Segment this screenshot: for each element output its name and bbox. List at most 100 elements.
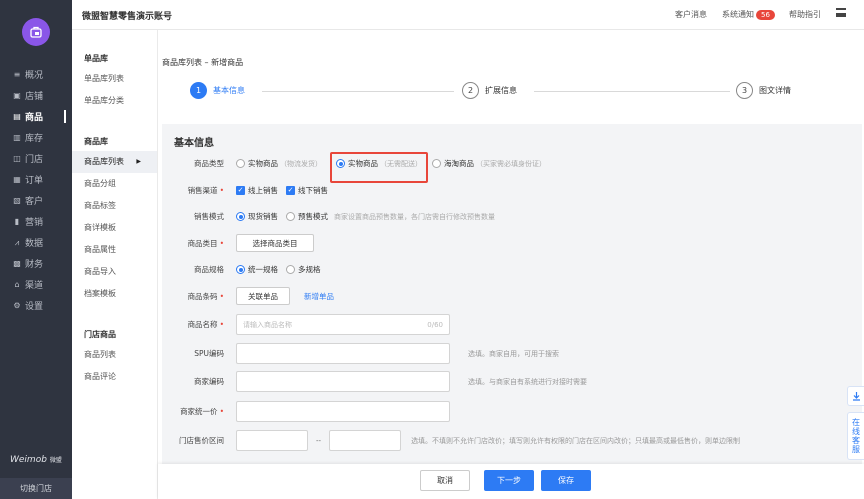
range-separator: -- <box>316 436 322 445</box>
sub-item-archive-template[interactable]: 档案模板 <box>72 283 157 305</box>
nav-marketing[interactable]: ▮ 营销 <box>0 211 72 232</box>
spu-label: SPU编码 <box>194 349 224 358</box>
nav-orders[interactable]: ▦ 订单 <box>0 169 72 190</box>
sub-item-goods-attr[interactable]: 商品属性 <box>72 239 157 261</box>
checkbox-offline[interactable]: ✓ 线下销售 <box>286 185 328 196</box>
radio-multi-spec[interactable]: 多规格 <box>286 264 321 275</box>
row-merchant-code: 商家编码 选填。与商家自有系统进行对接时需要 <box>162 371 862 392</box>
price-range-label: 门店售价区间 <box>179 436 224 445</box>
brand-name: Weimob <box>10 455 47 465</box>
step-basic-info[interactable]: 1 基本信息 <box>190 82 245 99</box>
row-barcode: 商品条码 • 关联单品 新增单品 <box>162 287 862 305</box>
sub-item-goods-list[interactable]: 商品库列表 ▶ <box>72 151 157 173</box>
help-link[interactable]: 帮助指引 <box>789 9 821 20</box>
sub-item-goods-import[interactable]: 商品导入 <box>72 261 157 283</box>
nav-label: 数据 <box>25 239 44 249</box>
row-category: 商品类目 • 选择商品类目 <box>162 234 862 252</box>
step-rich-detail[interactable]: 3 图文详情 <box>736 82 791 99</box>
menu-icon[interactable] <box>836 8 846 17</box>
nav-settings[interactable]: ⚙ 设置 <box>0 295 72 316</box>
top-bar: 微盟智慧零售演示账号 客户消息 系统通知 56 帮助指引 <box>72 0 864 30</box>
radio-label: 多规格 <box>298 265 321 274</box>
nav-label: 渠道 <box>25 281 44 291</box>
sub-item-goods-review[interactable]: 商品评论 <box>72 366 157 388</box>
customer-messages-link[interactable]: 客户消息 <box>675 9 707 20</box>
download-icon[interactable] <box>847 386 864 406</box>
radio-spot[interactable]: 现货销售 <box>236 211 278 222</box>
select-category-button[interactable]: 选择商品类目 <box>236 234 314 252</box>
sub-section-store-goods: 门店商品 <box>84 330 116 339</box>
add-sku-link[interactable]: 新增单品 <box>304 291 334 302</box>
main-content: 商品库列表 – 新增商品 1 基本信息 2 扩展信息 3 图文详情 基本信息 商品类型… <box>158 30 864 499</box>
sub-item-goods-tag[interactable]: 商品标签 <box>72 195 157 217</box>
radio-single-spec[interactable]: 统一规格 <box>236 264 278 275</box>
label-text: 商家统一价 <box>180 407 218 416</box>
nav-inventory[interactable]: ▥ 库存 <box>0 127 72 148</box>
brand-sub: 微盟 <box>49 457 62 464</box>
sub-item-sku-category[interactable]: 单品库分类 <box>72 90 157 112</box>
row-price-range: 门店售价区间 -- 选填。不填则不允许门店改价；填写则允许有权限的门店在区间内改… <box>162 430 862 451</box>
radio-label: 实物商品 <box>248 159 278 168</box>
cancel-button[interactable]: 取消 <box>420 470 470 491</box>
sub-item-goods-group[interactable]: 商品分组 <box>72 173 157 195</box>
radio-label: 统一规格 <box>248 265 278 274</box>
radio-dot <box>236 212 245 221</box>
nav-channels[interactable]: ⌂ 渠道 <box>0 274 72 295</box>
sub-item-detail-template[interactable]: 商详模板 <box>72 217 157 239</box>
radio-physical-logistics[interactable]: 实物商品 （物流发货） <box>236 158 322 169</box>
step-label: 图文详情 <box>759 86 791 95</box>
checkbox-label: 线上销售 <box>248 186 278 195</box>
unified-price-input[interactable] <box>236 401 450 422</box>
app-logo-icon[interactable] <box>22 18 50 46</box>
checkbox-online[interactable]: ✓ 线上销售 <box>236 185 278 196</box>
nav-label: 店铺 <box>25 92 44 102</box>
next-step-button[interactable]: 下一步 <box>484 470 534 491</box>
required-mark: • <box>219 186 224 195</box>
radio-presale[interactable]: 预售模式 <box>286 211 328 222</box>
save-button[interactable]: 保存 <box>541 470 591 491</box>
spu-input[interactable] <box>236 343 450 364</box>
radio-overseas[interactable]: 海淘商品 （买家需必填身份证） <box>432 158 546 169</box>
row-spu: SPU编码 选填。商家自用，可用于搜索 <box>162 343 862 364</box>
sub-item-sku-list[interactable]: 单品库列表 <box>72 68 157 90</box>
nav-store[interactable]: ▣ 店铺 <box>0 85 72 106</box>
notice-label: 系统通知 <box>722 10 754 19</box>
step-indicator: 1 基本信息 2 扩展信息 3 图文详情 <box>162 82 864 106</box>
marketing-icon: ▮ <box>14 217 20 226</box>
radio-label: 现货销售 <box>248 212 278 221</box>
overview-icon: ≡ <box>13 70 21 79</box>
step-number: 3 <box>736 82 753 99</box>
step-divider <box>534 91 730 92</box>
panel-title: 基本信息 <box>174 138 214 149</box>
required-mark: • <box>219 291 224 301</box>
char-counter: 0/60 <box>427 321 443 329</box>
sub-item-label: 商品库列表 <box>84 157 124 166</box>
nav-finance[interactable]: ▩ 财务 <box>0 253 72 274</box>
nav-overview[interactable]: ≡ 概况 <box>0 64 72 85</box>
row-spec: 商品规格 统一规格 多规格 <box>162 264 862 275</box>
goods-name-input[interactable]: 请输入商品名称 0/60 <box>236 314 450 335</box>
sub-section-goods-lib: 商品库 <box>84 137 108 146</box>
merchant-code-note: 选填。与商家自有系统进行对接时需要 <box>468 377 587 386</box>
switch-store-button[interactable]: 切换门店 <box>0 478 72 499</box>
finance-icon: ▩ <box>13 259 21 268</box>
online-service-button[interactable]: 在线客服 <box>847 412 864 460</box>
sub-item-store-goods-list[interactable]: 商品列表 <box>72 344 157 366</box>
merchant-code-input[interactable] <box>236 371 450 392</box>
nav-data[interactable]: ⩘ 数据 <box>0 232 72 253</box>
nav-goods[interactable]: ▤ 商品 <box>0 106 72 127</box>
sidebar: ≡ 概况 ▣ 店铺 ▤ 商品 ▥ 库存 ◫ 门店 ▦ 订单 ▧ 客户 ▮ 营销 ⩘ 数据 ▩ 财务 … <box>0 0 72 499</box>
step-label: 扩展信息 <box>485 86 517 95</box>
link-sku-button[interactable]: 关联单品 <box>236 287 290 305</box>
radio-hint: （物流发货） <box>280 159 322 168</box>
nav-shops[interactable]: ◫ 门店 <box>0 148 72 169</box>
min-price-input[interactable] <box>236 430 308 451</box>
step-extended-info[interactable]: 2 扩展信息 <box>462 82 517 99</box>
breadcrumb: 商品库列表 – 新增商品 <box>162 58 244 67</box>
label-text: 商品条码 <box>187 291 218 301</box>
row-goods-type: 商品类型 实物商品 （物流发货） 实物商品 （无需配送） 海淘商品 （买家需必填身份证… <box>162 158 862 169</box>
nav-customers[interactable]: ▧ 客户 <box>0 190 72 211</box>
sub-section-sku-lib: 单品库 <box>84 54 108 63</box>
system-notice-link[interactable]: 系统通知 56 <box>722 9 775 20</box>
max-price-input[interactable] <box>329 430 402 451</box>
